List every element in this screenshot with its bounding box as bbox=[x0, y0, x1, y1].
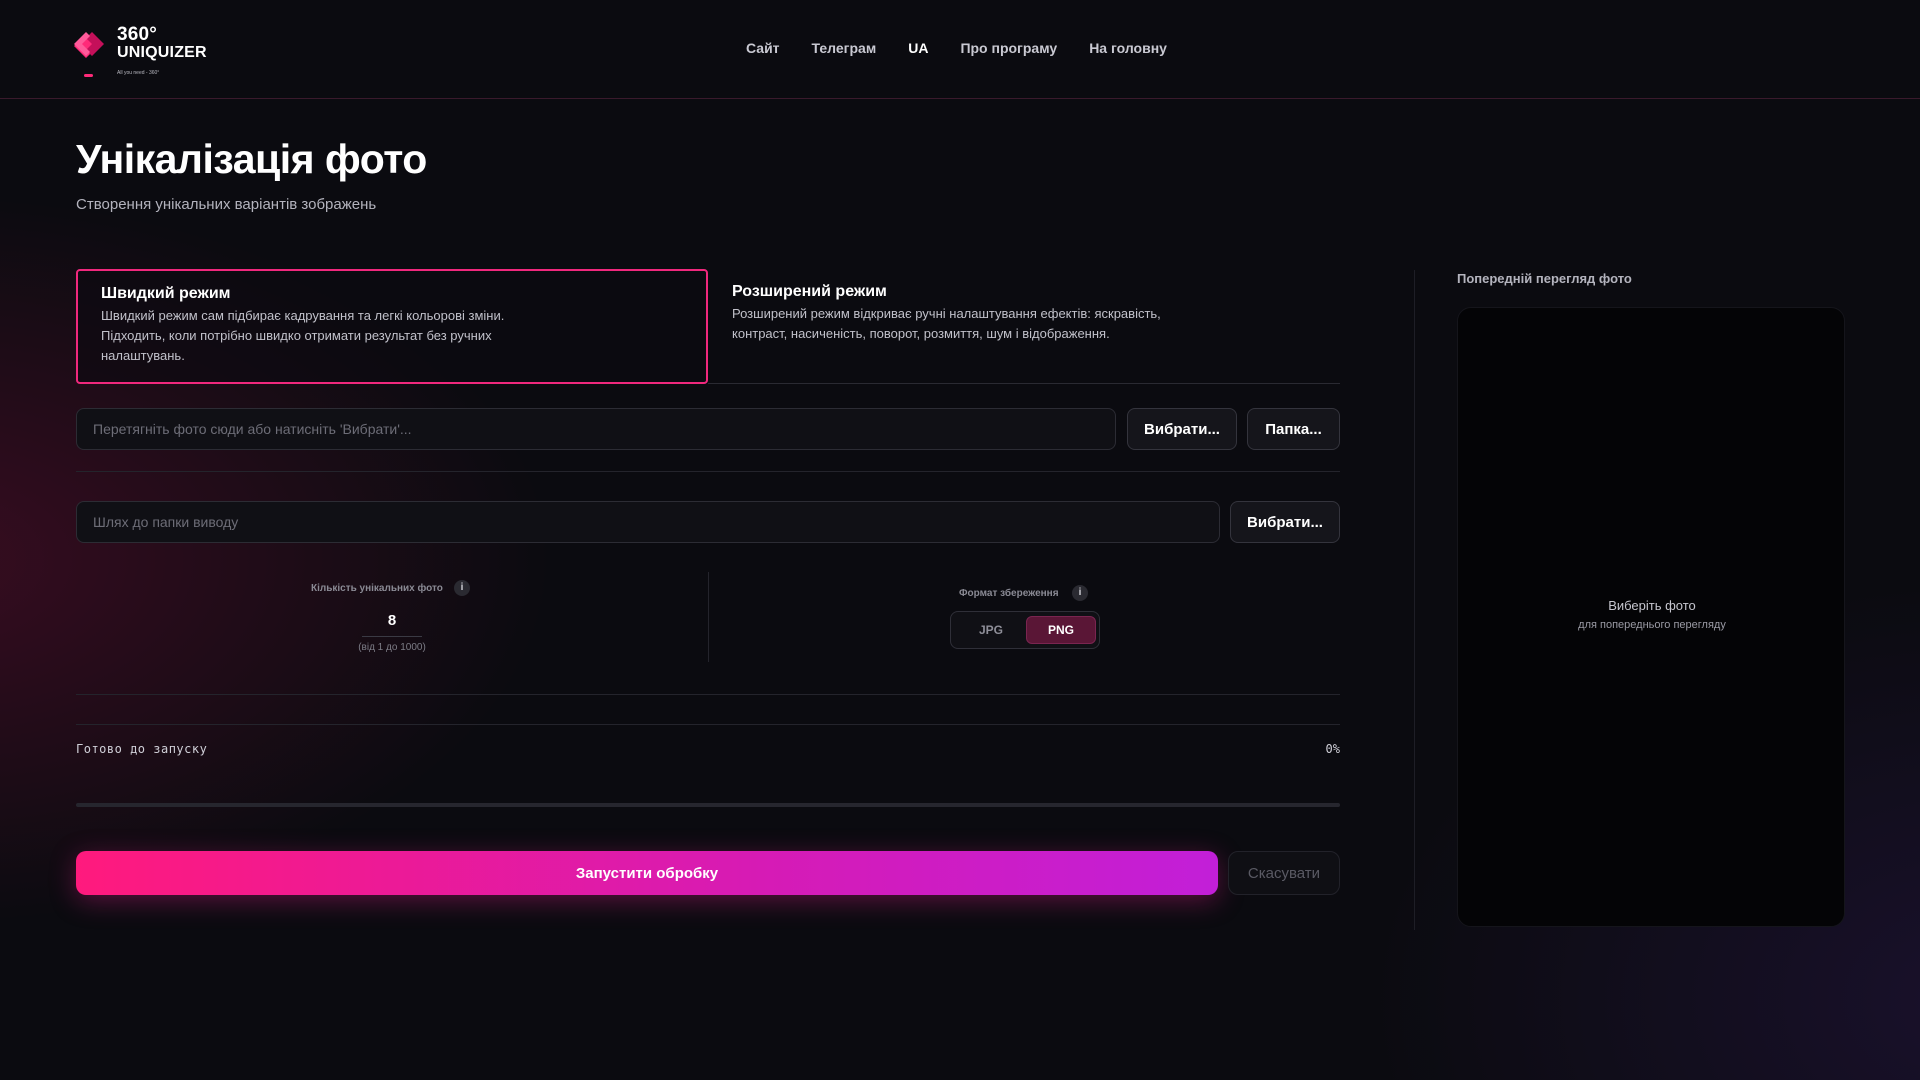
section-divider bbox=[76, 471, 1340, 472]
logo-diamond-icon bbox=[74, 32, 104, 58]
count-info-icon[interactable]: i bbox=[454, 580, 470, 596]
page-title: Унікалізація фото bbox=[76, 136, 427, 182]
count-label: Кількість унікальних фото bbox=[311, 583, 443, 594]
count-hint: (від 1 до 1000) bbox=[358, 642, 426, 653]
preview-label: Попередній перегляд фото bbox=[1457, 271, 1632, 286]
mode-card-advanced[interactable]: Розширений режим Розширений режим відкри… bbox=[708, 269, 1340, 384]
mode-fast-description: Швидкий режим сам підбирає кадрування та… bbox=[101, 308, 505, 363]
format-label: Формат збереження bbox=[959, 588, 1059, 599]
app-logo[interactable]: 360° UNIQUIZER All you need - 360° bbox=[70, 22, 220, 82]
choose-folder-button[interactable]: Папка... bbox=[1247, 408, 1340, 450]
logo-text-360: 360° bbox=[117, 24, 158, 45]
preview-divider bbox=[1414, 270, 1415, 930]
mode-advanced-description: Розширений режим відкриває ручні налашту… bbox=[732, 306, 1161, 341]
start-processing-button[interactable]: Запустити обробку bbox=[76, 851, 1218, 895]
count-underline bbox=[362, 636, 422, 637]
output-path-input[interactable] bbox=[76, 501, 1220, 543]
choose-output-button[interactable]: Вибрати... bbox=[1230, 501, 1340, 543]
nav-about[interactable]: Про програму bbox=[960, 40, 1057, 56]
cancel-button[interactable]: Скасувати bbox=[1228, 851, 1340, 895]
preview-area: Виберіть фото для попереднього перегляду bbox=[1457, 307, 1845, 927]
logo-text-uniquizer: UNIQUIZER bbox=[117, 44, 207, 61]
nav-language-ua[interactable]: UA bbox=[908, 40, 928, 56]
format-jpg-option[interactable]: JPG bbox=[956, 616, 1026, 644]
section-divider bbox=[76, 694, 1340, 695]
progress-bar bbox=[76, 803, 1340, 807]
choose-photo-button[interactable]: Вибрати... bbox=[1127, 408, 1237, 450]
top-header: 360° UNIQUIZER All you need - 360° Сайт … bbox=[0, 0, 1920, 99]
preview-empty-subtitle: для попереднього перегляду bbox=[1578, 619, 1726, 631]
mode-fast-title: Швидкий режим bbox=[101, 285, 231, 302]
logo-accent-dash bbox=[84, 74, 93, 77]
nav-site[interactable]: Сайт bbox=[746, 40, 780, 56]
progress-percent: 0% bbox=[1325, 742, 1340, 756]
preview-empty-state: Виберіть фото для попереднього перегляду bbox=[1458, 598, 1846, 631]
preview-empty-title: Виберіть фото bbox=[1608, 598, 1696, 613]
section-divider bbox=[76, 724, 1340, 725]
nav-telegram[interactable]: Телеграм bbox=[812, 40, 877, 56]
main-nav: Сайт Телеграм UA Про програму На головну bbox=[746, 40, 1199, 56]
mode-advanced-title: Розширений режим bbox=[732, 283, 887, 300]
logo-tagline: All you need - 360° bbox=[117, 70, 160, 76]
page-subtitle: Створення унікальних варіантів зображень bbox=[76, 196, 377, 213]
format-png-option[interactable]: PNG bbox=[1026, 616, 1096, 644]
format-info-icon[interactable]: i bbox=[1072, 585, 1088, 601]
nav-home[interactable]: На головну bbox=[1089, 40, 1167, 56]
settings-divider bbox=[708, 572, 709, 662]
status-text: Готово до запуску bbox=[76, 742, 208, 756]
count-value[interactable]: 8 bbox=[350, 612, 434, 629]
mode-card-fast[interactable]: Швидкий режим Швидкий режим сам підбирає… bbox=[76, 269, 708, 384]
format-toggle: JPG PNG bbox=[950, 611, 1100, 649]
photo-drop-input[interactable] bbox=[76, 408, 1116, 450]
